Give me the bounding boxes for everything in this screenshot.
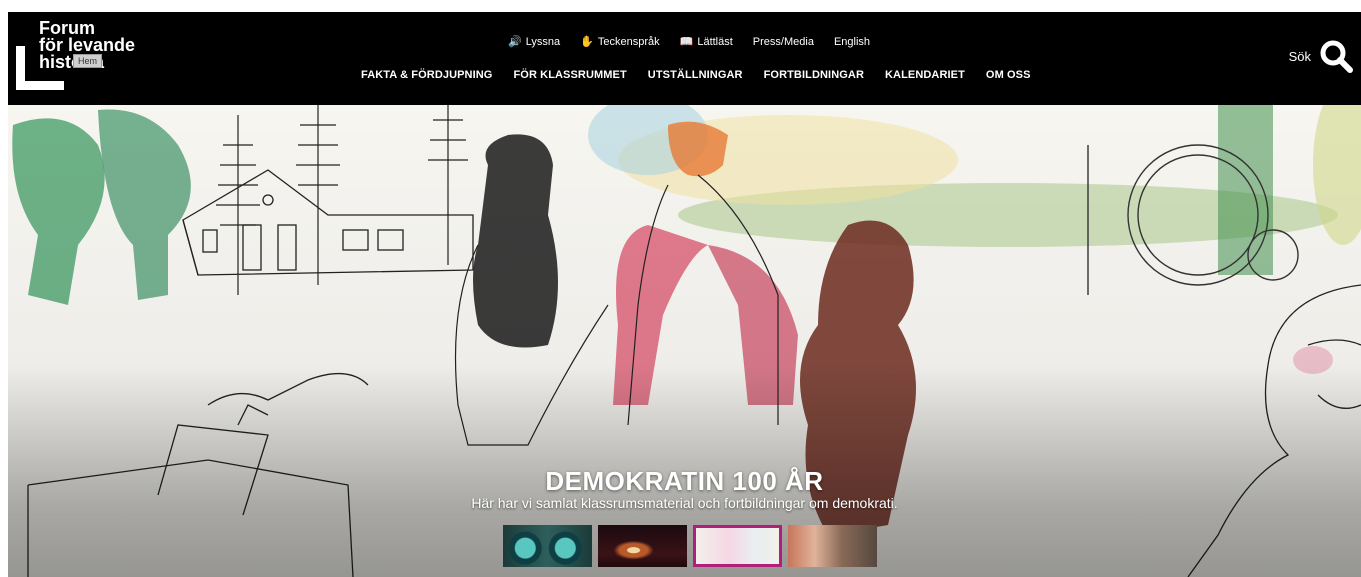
util-link-easy-read[interactable]: 📖 Lättläst [679,35,733,49]
util-link-english[interactable]: English [834,36,870,48]
util-link-press[interactable]: Press/Media [753,36,814,48]
util-link-label: Lättläst [697,35,733,48]
page-frame: Forum för levande historia Hem 🔊 Lyssna … [8,12,1361,577]
nav-item-utstallningar[interactable]: UTSTÄLLNINGAR [648,69,743,81]
sign-language-icon: ✋ [580,36,594,48]
carousel-thumb-3-active[interactable] [693,525,782,567]
nav-item-fakta[interactable]: FAKTA & FÖRDJUPNING [361,69,492,81]
search-button[interactable]: Sök [1289,39,1353,73]
nav-item-fortbildningar[interactable]: FORTBILDNINGAR [764,69,864,81]
site-logo[interactable]: Forum för levande historia Hem [16,17,151,97]
hero-subtitle: Här har vi samlat klassrumsmaterial och … [471,495,898,511]
carousel-thumbnails [503,525,877,567]
site-header: Forum för levande historia Hem 🔊 Lyssna … [8,12,1361,105]
nav-item-kalendariet[interactable]: KALENDARIET [885,69,965,81]
hero-carousel: DEMOKRATIN 100 ÅR Här har vi samlat klas… [8,105,1361,577]
home-tooltip: Hem [73,54,103,68]
util-link-listen[interactable]: 🔊 Lyssna [508,35,561,49]
carousel-thumb-2[interactable] [598,525,687,567]
nav-item-om-oss[interactable]: OM OSS [986,69,1031,81]
carousel-thumb-1[interactable] [503,525,592,567]
util-link-label: English [833,35,871,48]
util-link-label: Lyssna [525,35,561,48]
util-link-label: Press/Media [752,35,814,48]
nav-item-klassrummet[interactable]: FÖR KLASSRUMMET [513,69,626,81]
utility-nav: 🔊 Lyssna ✋ Teckenspråk 📖 Lättläst Press/… [508,35,870,49]
speaker-icon: 🔊 [508,36,522,48]
search-icon [1319,39,1353,73]
util-link-sign-language[interactable]: ✋ Teckenspråk [580,35,660,49]
carousel-thumb-4[interactable] [788,525,877,567]
logo-mark-horizontal [16,81,64,90]
main-nav: FAKTA & FÖRDJUPNING FÖR KLASSRUMMET UTST… [361,69,1031,81]
util-link-label: Teckenspråk [597,35,660,48]
search-label: Sök [1288,48,1311,64]
hero-title[interactable]: DEMOKRATIN 100 ÅR [8,466,1361,497]
easy-read-icon: 📖 [679,36,694,48]
